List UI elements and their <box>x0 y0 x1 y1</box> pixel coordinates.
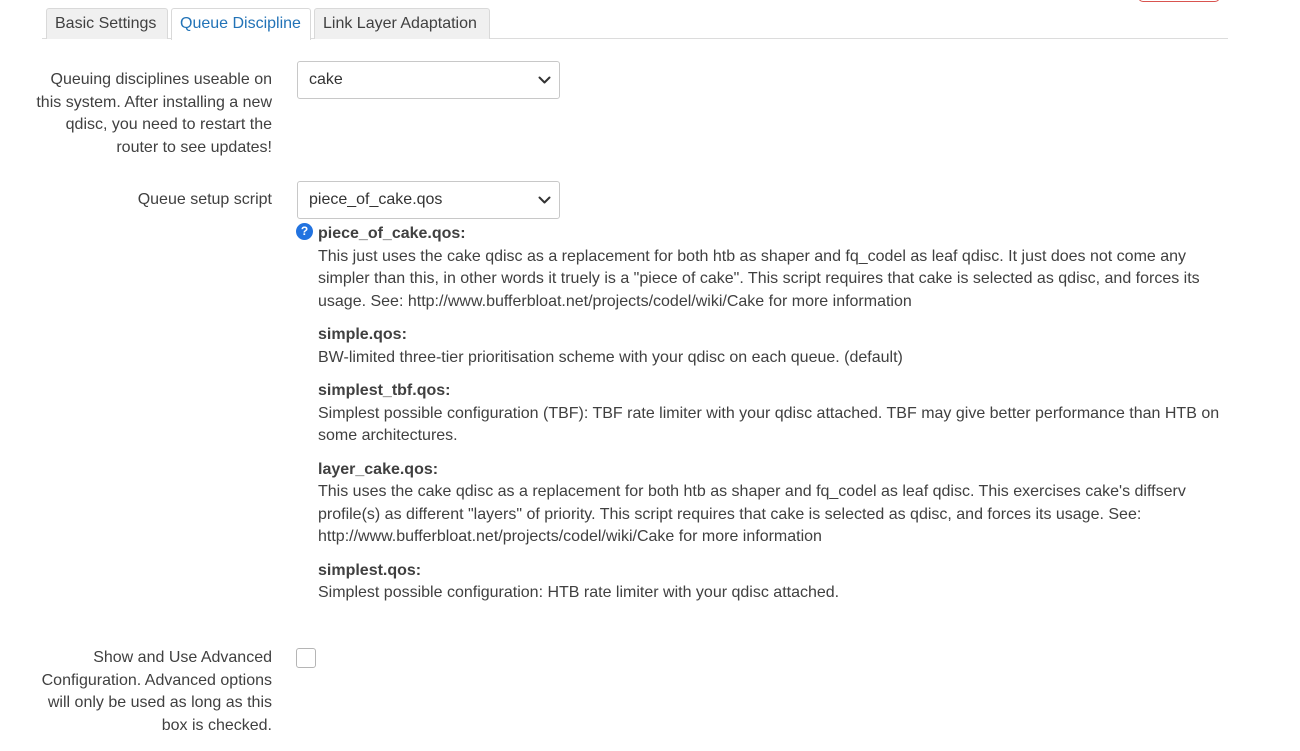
script-description-text: This uses the cake qdisc as a replacemen… <box>318 483 1186 545</box>
tab-link-layer-adaptation[interactable]: Link Layer Adaptation <box>314 8 490 39</box>
tab-basic-settings[interactable]: Basic Settings <box>46 8 168 39</box>
script-description-item: simplest.qos: Simplest possible configur… <box>318 560 1223 605</box>
script-description-name: simple.qos: <box>318 326 407 343</box>
script-select-value: piece_of_cake.qos <box>309 191 443 208</box>
script-description-name: layer_cake.qos: <box>318 460 439 478</box>
script-label: Queue setup script <box>137 191 272 208</box>
tab-queue-discipline[interactable]: Queue Discipline <box>171 8 311 40</box>
script-description-name: simplest_tbf.qos: <box>318 382 451 399</box>
tab-bar: Basic Settings Queue Discipline Link Lay… <box>42 0 1228 40</box>
script-description-text: Simplest possible configuration (TBF): T… <box>318 404 1220 445</box>
qdisc-select-value: cake <box>309 71 343 88</box>
qdisc-label: Queuing disciplines useable on this syst… <box>36 71 272 156</box>
script-description-text: BW-limited three-tier prioritisation sch… <box>318 348 903 366</box>
script-description-name: piece_of_cake.qos: <box>318 225 466 242</box>
qdisc-select[interactable]: cake <box>297 61 560 99</box>
advanced-config-checkbox[interactable] <box>296 648 316 668</box>
chevron-down-icon <box>538 76 551 84</box>
script-description-item: simplest_tbf.qos: Simplest possible conf… <box>318 380 1223 448</box>
script-description-item: piece_of_cake.qos: This just uses the ca… <box>318 223 1223 313</box>
script-description-text: Simplest possible configuration: HTB rat… <box>318 584 840 601</box>
chevron-down-icon <box>538 196 551 204</box>
advanced-config-label: Show and Use Advanced Configuration. Adv… <box>41 649 272 734</box>
script-descriptions: piece_of_cake.qos: This just uses the ca… <box>318 223 1223 616</box>
question-circle-icon: ? <box>296 223 313 240</box>
script-description-item: layer_cake.qos: This uses the cake qdisc… <box>318 459 1223 549</box>
script-select[interactable]: piece_of_cake.qos <box>297 181 560 219</box>
script-description-text: This just uses the cake qdisc as a repla… <box>318 247 1200 310</box>
script-description-item: simple.qos: BW-limited three-tier priori… <box>318 324 1223 369</box>
script-description-name: simplest.qos: <box>318 561 422 579</box>
